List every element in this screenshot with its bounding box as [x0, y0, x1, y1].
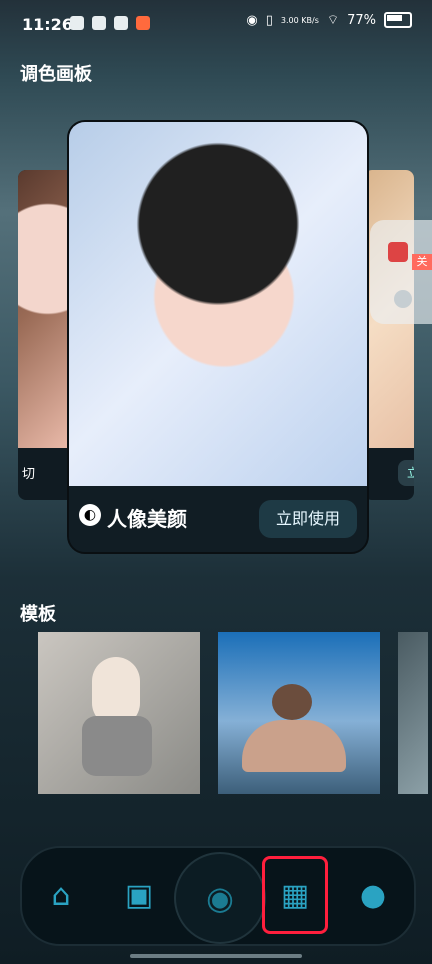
- vibrate-icon: ▯: [265, 12, 273, 28]
- bottom-nav: ⌂ ▣ ◉ ▦ ●: [20, 846, 416, 946]
- profile-icon[interactable]: ●: [352, 874, 394, 916]
- main-feature-card[interactable]: ◐ 人像美颜 立即使用: [67, 120, 369, 554]
- main-card-label: 人像美颜: [107, 507, 187, 531]
- template-image-2[interactable]: [218, 632, 380, 794]
- selection-highlight: [262, 856, 328, 934]
- shield-icon: [70, 16, 84, 30]
- status-notification-icons: [70, 16, 150, 30]
- floating-badge: 关: [412, 254, 432, 270]
- status-right: ◉ ▯ 3.00 KB/s ⌔ 77%: [246, 12, 412, 28]
- template-image-3[interactable]: [398, 632, 428, 794]
- notification-icon: [136, 16, 150, 30]
- template-image-1[interactable]: [38, 632, 200, 794]
- message-icon: [114, 16, 128, 30]
- battery-percent: 77%: [347, 12, 376, 28]
- left-card-caption: 切: [22, 467, 36, 482]
- templates-title: 模板: [20, 604, 56, 625]
- gallery-icon[interactable]: ▣: [118, 874, 160, 916]
- camera-icon: ◉: [206, 879, 234, 917]
- camera-button[interactable]: ◉: [174, 852, 266, 944]
- home-icon[interactable]: ⌂: [40, 874, 82, 916]
- status-time: 11:26: [22, 15, 73, 34]
- close-icon[interactable]: [394, 290, 412, 308]
- network-speed: 3.00 KB/s: [280, 15, 319, 25]
- use-now-button[interactable]: 立即使用: [259, 500, 357, 538]
- portrait-image-main: [69, 122, 367, 486]
- portrait-icon: ◐: [79, 504, 101, 526]
- palette-title: 调色画板: [20, 64, 92, 85]
- gesture-bar: [130, 954, 302, 958]
- battery-icon: [384, 12, 412, 28]
- floating-widget[interactable]: 关: [370, 220, 432, 324]
- camera-status-icon: ◉: [246, 12, 258, 28]
- wifi-icon: ⌔: [326, 13, 340, 28]
- app-icon: [92, 16, 106, 30]
- main-card-footer: ◐ 人像美颜 立即使用: [69, 486, 367, 552]
- template-row: [38, 632, 428, 794]
- status-bar: 11:26 ◉ ▯ 3.00 KB/s ⌔ 77%: [0, 0, 432, 50]
- floating-app-icon[interactable]: [388, 242, 408, 262]
- right-card-button[interactable]: 立: [398, 460, 414, 486]
